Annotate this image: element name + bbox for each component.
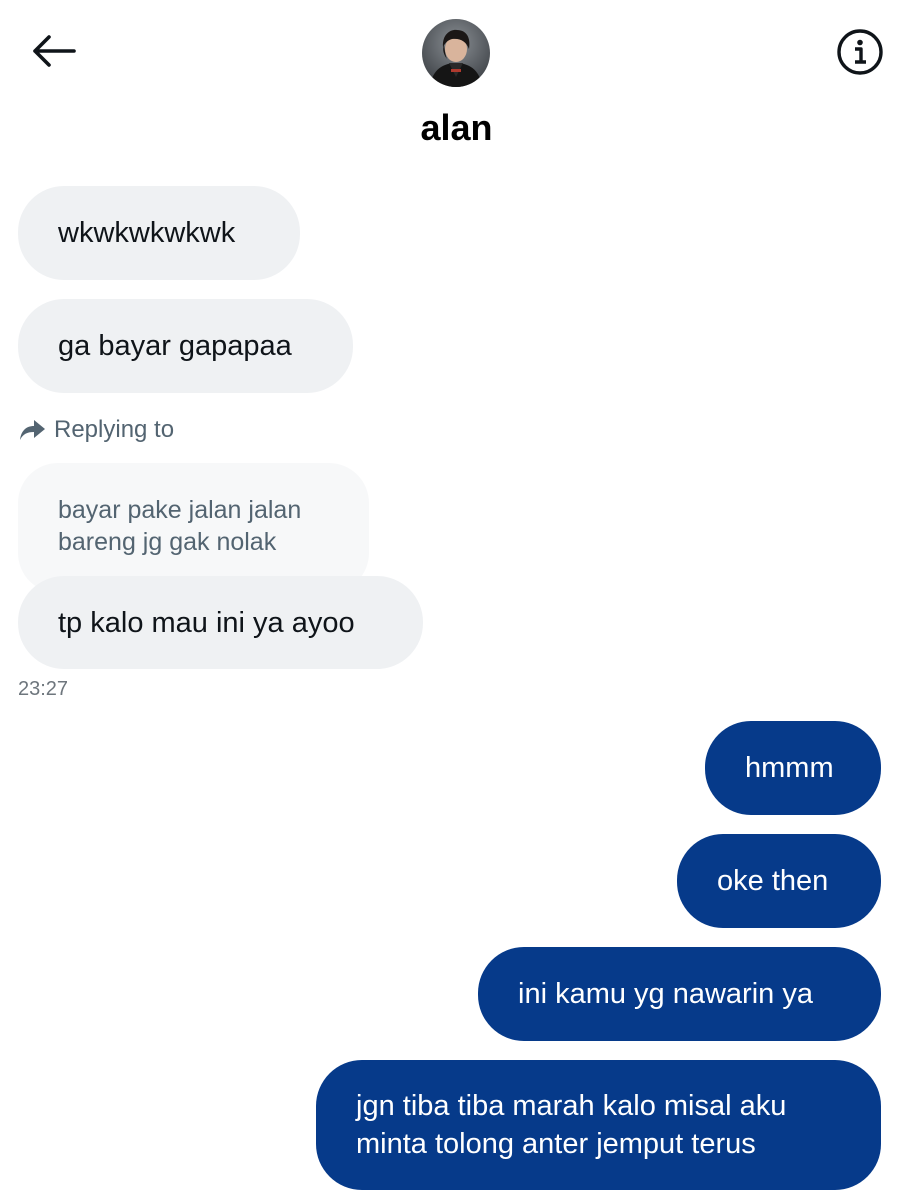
message-text: wkwkwkwkwk: [58, 217, 236, 249]
page-title: alan: [420, 107, 493, 148]
replying-to-label: Replying to: [54, 416, 175, 443]
avatar-image: [422, 19, 490, 87]
replying-to-indicator: Replying to: [18, 414, 174, 446]
message-bubble-outgoing[interactable]: ini kamu yg nawarin ya: [478, 947, 881, 1041]
message-text: jgn tiba tiba marah kalo misal aku: [356, 1090, 787, 1122]
quoted-text-line: bareng jg gak nolak: [58, 528, 277, 556]
message-bubble-incoming[interactable]: tp kalo mau ini ya ayoo: [18, 576, 423, 669]
message-text: tp kalo mau ini ya ayoo: [58, 606, 355, 639]
quoted-message[interactable]: bayar pake jalan jalan bareng jg gak nol…: [18, 463, 369, 593]
message-bubble-outgoing[interactable]: jgn tiba tiba marah kalo misal aku minta…: [316, 1060, 881, 1190]
message-bubble-incoming[interactable]: ga bayar gapapaa: [18, 299, 353, 393]
message-bubble-outgoing[interactable]: oke then: [677, 834, 881, 928]
message-bubble-incoming[interactable]: wkwkwkwkwk: [18, 186, 300, 280]
message-timestamp: 23:27: [18, 678, 69, 700]
message-text: oke then: [717, 865, 829, 897]
message-text: ga bayar gapapaa: [58, 330, 292, 362]
message-bubble-outgoing[interactable]: hmmm: [705, 721, 881, 815]
arrow-left-icon: [33, 35, 76, 67]
quoted-text-line: bayar pake jalan jalan: [58, 496, 302, 524]
message-text: hmmm: [745, 752, 834, 784]
reply-arrow-icon: [18, 418, 46, 442]
message-text: ini kamu yg nawarin ya: [518, 978, 813, 1010]
back-button[interactable]: [28, 28, 78, 74]
info-circle-icon: [837, 29, 883, 75]
message-text: minta tolong anter jemput terus: [356, 1128, 756, 1160]
conversation-header: alan: [0, 0, 913, 160]
message-text-block: jgn tiba tiba marah kalo misal aku minta…: [356, 1087, 786, 1163]
info-button[interactable]: [834, 26, 886, 78]
avatar[interactable]: [422, 19, 490, 87]
